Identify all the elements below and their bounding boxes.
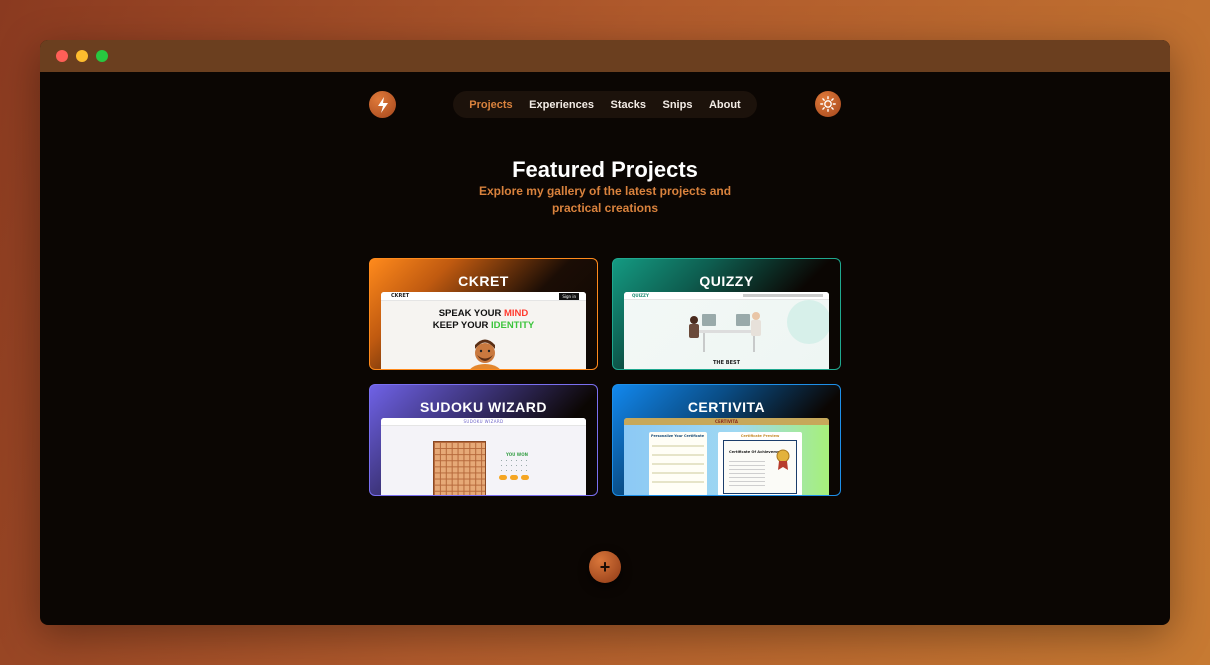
theme-toggle-button[interactable] (815, 91, 841, 117)
load-more-button[interactable]: + (589, 551, 621, 583)
award-ribbon-icon (776, 449, 790, 470)
preview-status: YOU WON (506, 452, 528, 457)
main-nav: Projects Experiences Stacks Snips About (453, 91, 757, 118)
project-card-sudoku-wizard[interactable]: SUDOKU WIZARD SUDOKU WIZARD YOU WON (369, 384, 598, 496)
close-window-button[interactable] (56, 50, 68, 62)
maximize-window-button[interactable] (96, 50, 108, 62)
preview-caption: THE BEST (713, 360, 740, 366)
subtitle-line-2: practical creations (551, 201, 659, 215)
page-title: Featured Projects (512, 157, 698, 182)
project-screenshot: CKRET Sign in SPEAK YOUR MIND KEEP YOUR … (381, 292, 586, 369)
nav-experiences[interactable]: Experiences (529, 99, 594, 111)
nav-snips[interactable]: Snips (662, 99, 692, 111)
avatar-illustration (470, 339, 500, 369)
sudoku-grid (433, 441, 486, 495)
nav-about[interactable]: About (709, 99, 741, 111)
project-card-ckret[interactable]: CKRET CKRET Sign in SPEAK YOUR MIND KEEP… (369, 258, 598, 370)
preview-brand: CERTIVITA (715, 419, 738, 424)
project-screenshot: CERTIVITA Personalize Your Certificate C… (624, 418, 829, 495)
project-name: QUIZZY (699, 273, 754, 289)
preview-panel-title: Certificate Preview (740, 434, 780, 438)
window-titlebar (40, 40, 1170, 72)
browser-window: Projects Experiences Stacks Snips About … (40, 40, 1170, 625)
sun-icon (820, 96, 836, 112)
project-screenshot: QUIZZY THE BEST (624, 292, 829, 369)
nav-projects[interactable]: Projects (469, 99, 512, 111)
project-card-certivita[interactable]: CERTIVITA CERTIVITA Personalize Your Cer… (612, 384, 841, 496)
project-screenshot: SUDOKU WIZARD YOU WON (381, 418, 586, 495)
preview-title: SUDOKU WIZARD (463, 419, 504, 424)
minimize-window-button[interactable] (76, 50, 88, 62)
project-card-quizzy[interactable]: QUIZZY QUIZZY THE BEST (612, 258, 841, 370)
project-name: SUDOKU WIZARD (419, 399, 548, 415)
certificate-form: Personalize Your Certificate (649, 432, 707, 495)
project-name: CKRET (458, 273, 509, 289)
preview-form-title: Personalize Your Certificate (651, 434, 704, 438)
nav-stacks[interactable]: Stacks (611, 99, 646, 111)
subtitle-line-1: Explore my gallery of the latest project… (478, 184, 732, 198)
project-name: CERTIVITA (687, 399, 766, 415)
page-subtitle: Explore my gallery of the latest project… (40, 183, 1170, 217)
certificate-preview: Certificate Preview Certificate Of Achie… (718, 432, 802, 495)
office-illustration (689, 300, 829, 352)
bolt-logo-icon[interactable] (369, 91, 396, 118)
